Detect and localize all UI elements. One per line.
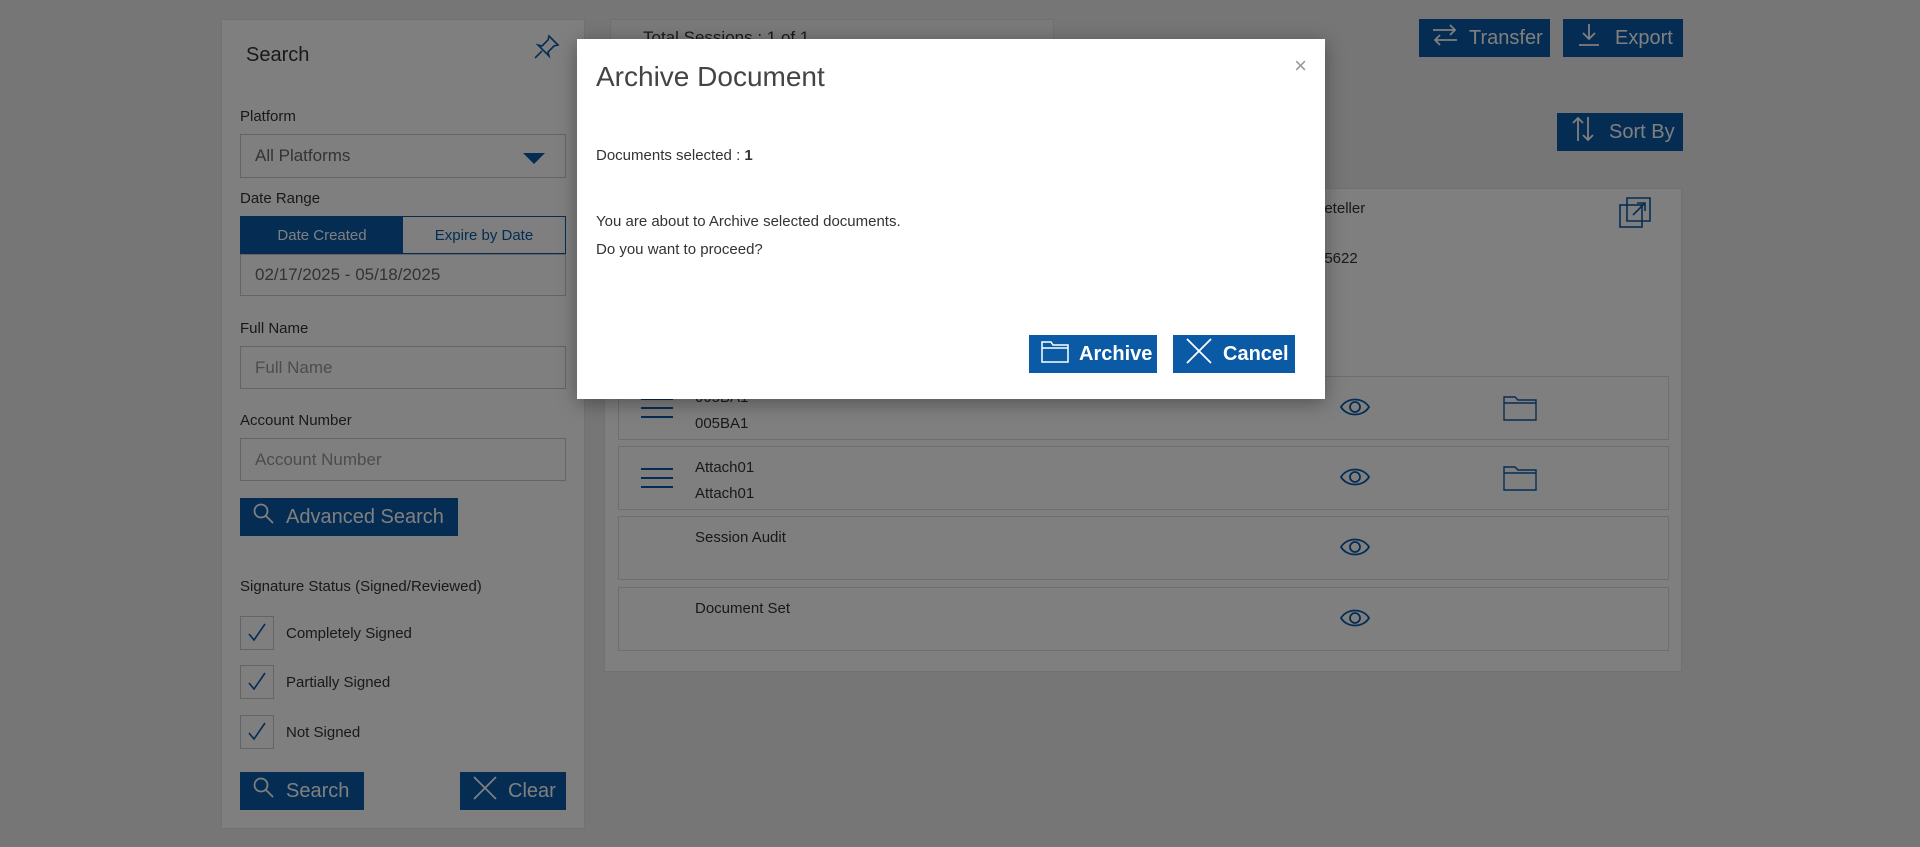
dialog-title: Archive Document: [596, 61, 825, 92]
archive-button[interactable]: Archive: [1029, 335, 1157, 373]
dialog-message-line2: Do you want to proceed?: [596, 241, 763, 258]
documents-selected-text: Documents selected : 1: [596, 147, 753, 164]
folder-icon: [1041, 339, 1069, 369]
cancel-button-label: Cancel: [1223, 342, 1289, 365]
archive-button-label: Archive: [1079, 342, 1153, 365]
dialog-message-line1: You are about to Archive selected docume…: [596, 213, 901, 230]
cancel-button[interactable]: Cancel: [1173, 335, 1295, 373]
close-icon: [1185, 337, 1213, 371]
archive-document-dialog: Archive Document × Documents selected : …: [577, 39, 1325, 399]
documents-selected-label: Documents selected :: [596, 147, 745, 164]
documents-selected-count: 1: [744, 147, 753, 164]
close-icon[interactable]: ×: [1294, 53, 1307, 79]
